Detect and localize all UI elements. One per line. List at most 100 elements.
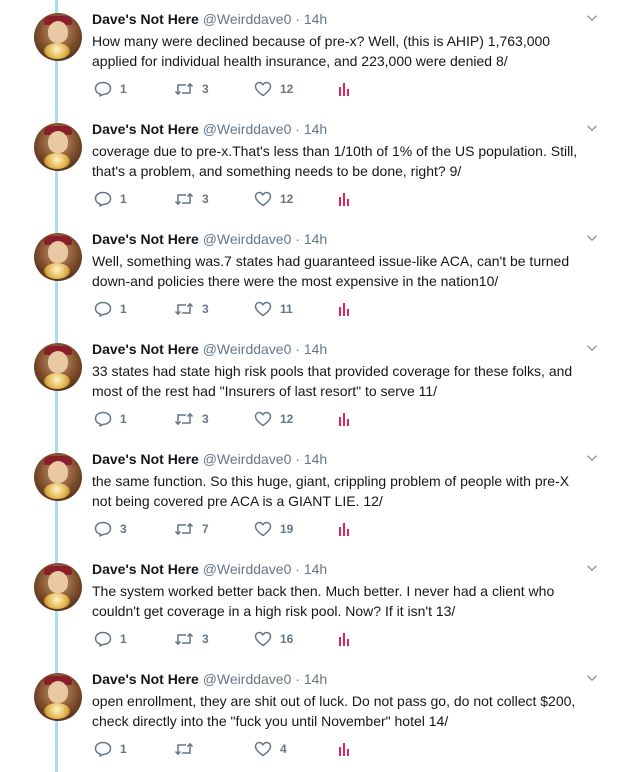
retweet-count: 7: [202, 522, 209, 536]
tweet-text: How many were declined because of pre-x?…: [92, 33, 551, 69]
tweet-timestamp[interactable]: 14h: [304, 341, 327, 357]
heart-icon: [254, 81, 272, 97]
author-handle[interactable]: @Weirddave0: [203, 341, 292, 357]
author-name[interactable]: Dave's Not Here: [92, 121, 199, 137]
tweet-actions: 3 7 19: [94, 520, 364, 538]
analytics-icon: [339, 193, 349, 206]
like-count: 12: [280, 412, 294, 426]
tweet-header: Dave's Not Here @Weirddave0 · 14h: [92, 10, 327, 28]
reply-button[interactable]: 1: [94, 300, 127, 318]
tweet-actions: 1 3 12: [94, 190, 364, 208]
chevron-down-icon[interactable]: [586, 122, 598, 134]
retweet-button[interactable]: 3: [174, 190, 209, 208]
tweet-timestamp[interactable]: 14h: [304, 451, 327, 467]
like-button[interactable]: 12: [254, 80, 293, 98]
separator-dot: ·: [295, 671, 300, 687]
like-button[interactable]: 4: [254, 740, 287, 758]
heart-icon: [254, 411, 272, 427]
like-button[interactable]: 11: [254, 300, 293, 318]
avatar[interactable]: [34, 563, 82, 611]
reply-button[interactable]: 3: [94, 520, 127, 538]
tweet-text: coverage due to pre-x.That's less than 1…: [92, 143, 578, 179]
retweet-button[interactable]: 7: [174, 520, 209, 538]
reply-count: 1: [120, 192, 127, 206]
tweet-timestamp[interactable]: 14h: [304, 231, 327, 247]
avatar[interactable]: [34, 233, 82, 281]
retweet-count: 3: [202, 192, 209, 206]
avatar[interactable]: [34, 343, 82, 391]
analytics-button[interactable]: [337, 520, 351, 538]
like-button[interactable]: 16: [254, 630, 293, 648]
like-button[interactable]: 12: [254, 190, 293, 208]
tweet[interactable]: Dave's Not Here @Weirddave0 · 14h The sy…: [0, 550, 628, 660]
avatar[interactable]: [34, 123, 82, 171]
tweet[interactable]: Dave's Not Here @Weirddave0 · 14h the sa…: [0, 440, 628, 550]
author-name[interactable]: Dave's Not Here: [92, 231, 199, 247]
chevron-down-icon[interactable]: [586, 12, 598, 24]
analytics-button[interactable]: [337, 80, 351, 98]
analytics-button[interactable]: [337, 190, 351, 208]
avatar[interactable]: [34, 13, 82, 61]
tweet[interactable]: Dave's Not Here @Weirddave0 · 14h open e…: [0, 660, 628, 770]
retweet-button[interactable]: 3: [174, 300, 209, 318]
retweet-count: 3: [202, 82, 209, 96]
reply-button[interactable]: 1: [94, 410, 127, 428]
tweet-actions: 1 3 11: [94, 300, 364, 318]
chevron-down-icon[interactable]: [586, 342, 598, 354]
heart-icon: [254, 191, 272, 207]
tweet-timestamp[interactable]: 14h: [304, 561, 327, 577]
author-handle[interactable]: @Weirddave0: [203, 231, 292, 247]
retweet-count: 3: [202, 632, 209, 646]
like-button[interactable]: 12: [254, 410, 293, 428]
separator-dot: ·: [295, 561, 300, 577]
retweet-count: 3: [202, 302, 209, 316]
reply-button[interactable]: 1: [94, 190, 127, 208]
tweet-timestamp[interactable]: 14h: [304, 671, 327, 687]
reply-count: 3: [120, 522, 127, 536]
tweet-timestamp[interactable]: 14h: [304, 11, 327, 27]
reply-count: 1: [120, 302, 127, 316]
analytics-button[interactable]: [337, 410, 351, 428]
author-name[interactable]: Dave's Not Here: [92, 451, 199, 467]
author-handle[interactable]: @Weirddave0: [203, 121, 292, 137]
chevron-down-icon[interactable]: [586, 232, 598, 244]
reply-button[interactable]: 1: [94, 630, 127, 648]
chevron-down-icon[interactable]: [586, 452, 598, 464]
like-button[interactable]: 19: [254, 520, 293, 538]
author-handle[interactable]: @Weirddave0: [203, 561, 292, 577]
reply-button[interactable]: 1: [94, 80, 127, 98]
analytics-button[interactable]: [337, 300, 351, 318]
tweet-timestamp[interactable]: 14h: [304, 121, 327, 137]
author-handle[interactable]: @Weirddave0: [203, 11, 292, 27]
reply-count: 1: [120, 742, 127, 756]
analytics-button[interactable]: [337, 630, 351, 648]
author-handle[interactable]: @Weirddave0: [203, 451, 292, 467]
author-name[interactable]: Dave's Not Here: [92, 341, 199, 357]
author-handle[interactable]: @Weirddave0: [203, 671, 292, 687]
analytics-button[interactable]: [337, 740, 351, 758]
tweet[interactable]: Dave's Not Here @Weirddave0 · 14h 33 sta…: [0, 330, 628, 440]
analytics-icon: [339, 523, 349, 536]
chevron-down-icon[interactable]: [586, 562, 598, 574]
chevron-down-icon[interactable]: [586, 672, 598, 684]
tweet[interactable]: Dave's Not Here @Weirddave0 · 14h How ma…: [0, 0, 628, 110]
reply-button[interactable]: 1: [94, 740, 127, 758]
heart-icon: [254, 741, 272, 757]
author-name[interactable]: Dave's Not Here: [92, 671, 199, 687]
author-name[interactable]: Dave's Not Here: [92, 561, 199, 577]
retweet-button[interactable]: 3: [174, 410, 209, 428]
tweet[interactable]: Dave's Not Here @Weirddave0 · 14h covera…: [0, 110, 628, 220]
avatar[interactable]: [34, 453, 82, 501]
reply-icon: [94, 741, 112, 757]
retweet-button[interactable]: [174, 740, 202, 758]
reply-icon: [94, 301, 112, 317]
tweet[interactable]: Dave's Not Here @Weirddave0 · 14h Well, …: [0, 220, 628, 330]
tweet-actions: 1 3 12: [94, 410, 364, 428]
retweet-count: 3: [202, 412, 209, 426]
retweet-button[interactable]: 3: [174, 80, 209, 98]
reply-icon: [94, 411, 112, 427]
retweet-icon: [174, 82, 194, 96]
avatar[interactable]: [34, 673, 82, 721]
retweet-button[interactable]: 3: [174, 630, 209, 648]
author-name[interactable]: Dave's Not Here: [92, 11, 199, 27]
